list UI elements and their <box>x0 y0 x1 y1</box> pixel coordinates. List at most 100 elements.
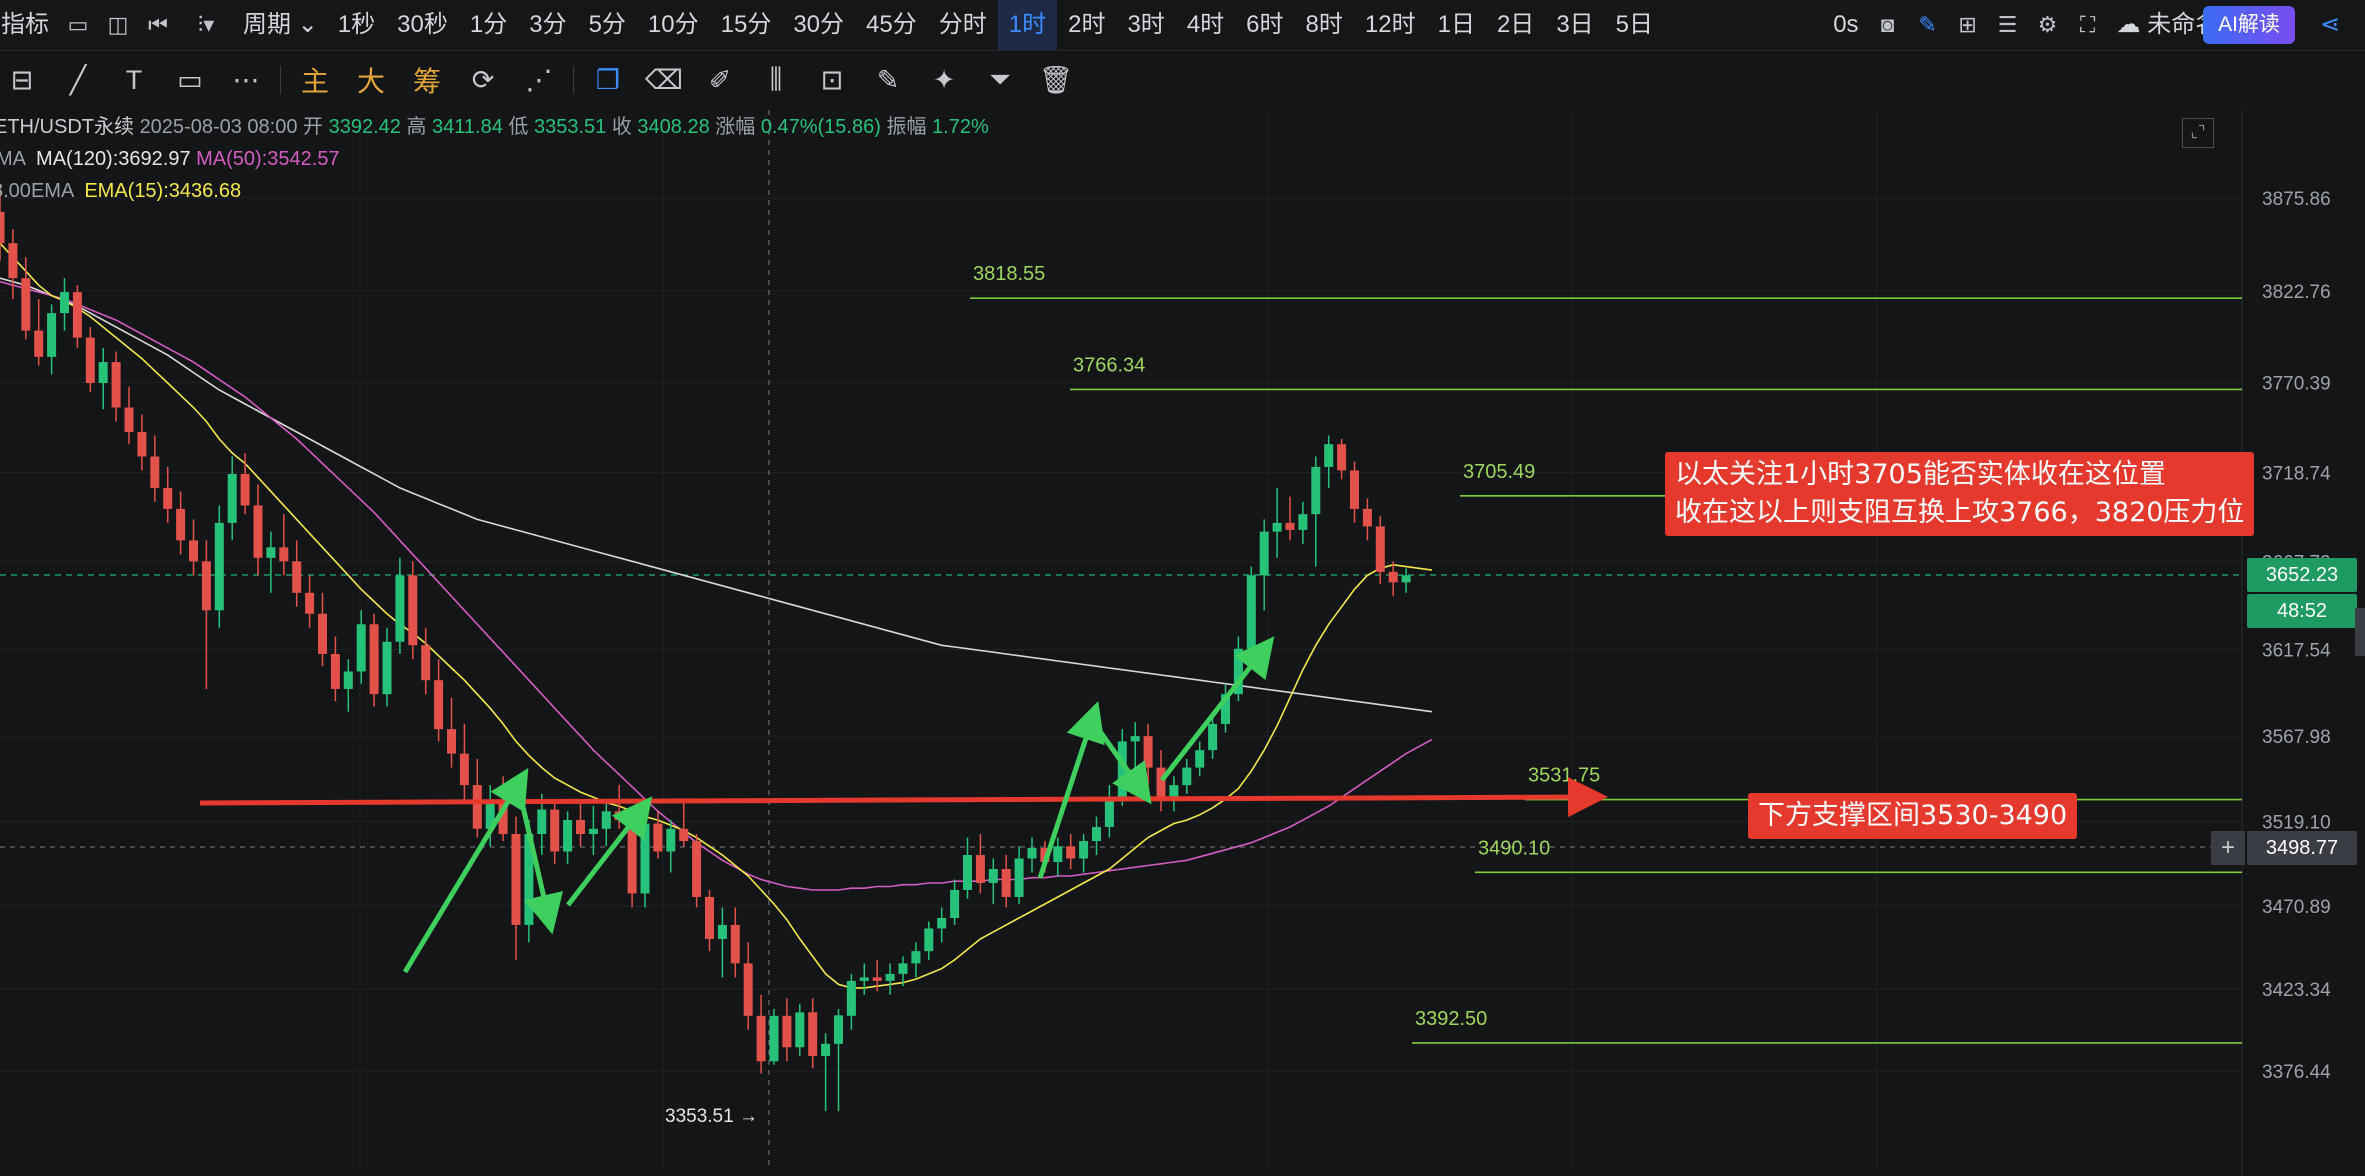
candle <box>1272 487 1282 558</box>
price-axis-label: 3718.74 <box>2262 464 2331 485</box>
candle-body <box>189 540 198 562</box>
candle <box>1246 566 1256 660</box>
price-axis-label: 3822.76 <box>2262 282 2331 303</box>
candle <box>1053 837 1063 876</box>
candle-body <box>730 924 740 964</box>
candle <box>421 627 431 695</box>
candle-body <box>356 624 366 672</box>
candle <box>666 820 676 873</box>
candle-body <box>85 337 95 384</box>
candle-body <box>653 823 663 852</box>
candle-body <box>1388 571 1398 583</box>
ema15-value: EMA(15):3436.68 <box>84 180 242 202</box>
candle <box>717 907 727 978</box>
candle <box>511 816 521 960</box>
candle-body <box>1001 868 1011 897</box>
price-axis-label: 3875.86 <box>2262 189 2331 210</box>
candle-body <box>330 653 340 689</box>
candle <box>975 834 985 894</box>
current-price-tag: 3652.23 <box>2247 558 2357 592</box>
candle <box>846 973 856 1030</box>
candle-body <box>563 820 573 852</box>
candle <box>821 1033 831 1112</box>
candle <box>705 889 714 952</box>
candle-body <box>911 951 921 964</box>
amplitude-value: 1.72% <box>932 116 989 138</box>
level-label: 3818.55 <box>973 263 1045 285</box>
candle <box>189 519 198 576</box>
candle-body <box>975 855 985 883</box>
candle-body <box>343 671 353 689</box>
level-label: 3766.34 <box>1073 354 1145 376</box>
ema15-line <box>0 242 1433 989</box>
ema-label[interactable]: EMA <box>31 180 73 202</box>
candle <box>1401 568 1411 593</box>
candle <box>305 575 315 628</box>
candle <box>1362 498 1372 541</box>
candle <box>550 799 560 864</box>
candle-body <box>769 1015 779 1062</box>
candle-body <box>434 680 444 730</box>
candle-body <box>885 973 895 981</box>
crosshair-price-tag: 3498.77 <box>2247 831 2357 865</box>
candle <box>563 811 573 864</box>
candle <box>834 1009 843 1112</box>
candle <box>21 257 31 340</box>
candle <box>369 613 379 707</box>
countdown-tag: 48:52 <box>2247 594 2357 628</box>
add-alert-icon[interactable]: + <box>2211 831 2245 865</box>
candle-body <box>253 505 263 558</box>
candle-body <box>1362 508 1372 527</box>
level-label: 3392.50 <box>1415 1008 1487 1030</box>
candle-body <box>447 729 456 754</box>
candle <box>576 802 585 847</box>
candle <box>911 942 921 978</box>
candle <box>1337 438 1347 480</box>
candle-body <box>537 809 547 835</box>
candle <box>1182 758 1192 794</box>
close-label: 收 <box>611 116 632 138</box>
candle <box>85 327 95 392</box>
candle-body <box>214 522 224 611</box>
ma-label[interactable]: MA <box>0 148 25 170</box>
candle-body <box>1324 444 1334 467</box>
candle-body <box>1156 767 1166 800</box>
candle <box>1375 515 1385 585</box>
candle-body <box>1375 526 1385 572</box>
candle <box>47 304 57 375</box>
candle-body <box>1350 470 1359 509</box>
price-axis-label: 3567.98 <box>2262 727 2331 748</box>
candle-body <box>588 828 598 835</box>
candle <box>1285 496 1295 541</box>
support-arrow <box>199 777 1608 818</box>
candle <box>769 1008 779 1065</box>
candle-body <box>550 809 560 852</box>
candle <box>214 505 224 628</box>
price-axis-label: 3376.44 <box>2262 1062 2331 1083</box>
candle <box>98 348 108 410</box>
candle-body <box>640 823 650 894</box>
candle-body <box>150 456 160 488</box>
candle <box>1350 461 1359 523</box>
candle-body <box>382 641 392 695</box>
ema-prefix: 8.00 <box>0 180 31 202</box>
candle <box>1298 501 1308 544</box>
collapse-icon[interactable]: ⌞⌝ <box>2182 118 2214 148</box>
candle-body <box>369 624 379 695</box>
axis-handle[interactable] <box>2355 608 2365 656</box>
candle <box>588 806 598 856</box>
candle-body <box>1182 767 1192 786</box>
trend-arrow <box>1089 718 1152 805</box>
candle <box>111 351 121 422</box>
candle-body <box>717 924 727 939</box>
candle-body <box>240 473 250 506</box>
candle-body <box>743 963 753 1016</box>
candle <box>692 834 702 908</box>
candle <box>1195 741 1205 777</box>
candle-body <box>834 1015 843 1044</box>
candle-body <box>227 473 237 523</box>
candle-body <box>395 575 405 642</box>
ma-row: MA MA(120):3692.97 MA(50):3542.57 <box>0 144 989 176</box>
low-value: 3353.51 <box>533 116 607 138</box>
candle-body <box>459 753 469 786</box>
